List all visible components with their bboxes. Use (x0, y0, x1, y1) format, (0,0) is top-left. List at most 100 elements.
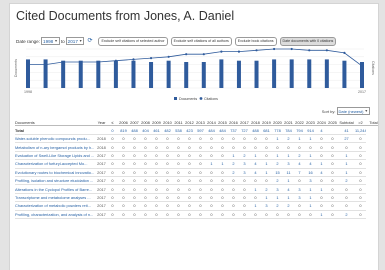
document-link[interactable]: Alterations in the Cyclopol Profiles of … (15, 184, 96, 194)
chart-bar (324, 59, 329, 88)
document-link[interactable]: Profiling, characterization, and analysi… (15, 210, 96, 219)
citation-count-cell[interactable]: 1 (250, 184, 261, 194)
citation-count-cell[interactable]: 2 (272, 159, 283, 169)
citation-count-cell[interactable]: 2 (338, 210, 355, 219)
column-header[interactable]: Total (366, 119, 378, 126)
citation-count-cell[interactable]: 2 (294, 151, 305, 161)
citation-count-cell: 0 (184, 168, 195, 177)
citation-count-cell[interactable]: 1 (305, 151, 316, 161)
citation-count-cell[interactable]: 4 (305, 159, 316, 169)
citation-count-cell[interactable]: 1 (250, 151, 261, 161)
citation-count-cell[interactable]: 4 (294, 159, 305, 169)
document-link[interactable]: Metabolism of n-ary bergamot products by… (15, 142, 96, 152)
citation-count-cell[interactable]: 1 (272, 193, 283, 203)
document-link[interactable]: Transcriptome and metabolome analyses ..… (15, 193, 96, 203)
citation-count-cell[interactable]: 3 (294, 184, 305, 194)
citation-count-cell: 0 (107, 142, 118, 152)
citation-count-cell[interactable]: 27 (338, 134, 355, 144)
citation-count-cell[interactable]: 1 (261, 168, 272, 177)
chart-point (167, 55, 170, 58)
citation-count-cell[interactable]: 1 (261, 193, 272, 203)
document-link[interactable]: Evaluation of Swell-Like Storage Lipids … (15, 151, 96, 161)
citation-count-cell: 0 (195, 184, 206, 194)
citation-count-cell[interactable]: 1 (338, 168, 355, 177)
citation-count-cell: 0 (173, 201, 184, 211)
citation-count-cell: 0 (184, 201, 195, 211)
citation-count-cell: 0 (217, 210, 228, 219)
citation-count-cell[interactable]: 2 (272, 201, 283, 211)
citation-count-cell[interactable]: 2 (338, 176, 355, 186)
total-cell: 461 (151, 125, 162, 135)
citation-count-cell[interactable]: 1 (206, 159, 217, 169)
citation-count-cell[interactable]: 1 (305, 193, 316, 203)
document-link[interactable]: Evolutionary routes to biochemical innov… (15, 168, 96, 177)
sort-select[interactable]: Date (newest) ▼ (336, 107, 370, 115)
citation-count-cell: 0 (250, 142, 261, 152)
document-link[interactable]: Characterization of metabolic powders re… (15, 201, 96, 211)
citation-count-cell: 0 (195, 159, 206, 169)
citation-count-cell: 0 (184, 184, 195, 194)
citation-count-cell[interactable]: 15 (272, 168, 283, 177)
citation-count-cell[interactable]: 1 (283, 176, 294, 186)
citation-count-cell[interactable]: 1 (283, 193, 294, 203)
citation-count-cell[interactable]: 7 (294, 168, 305, 177)
citation-count-cell[interactable]: 3 (239, 159, 250, 169)
citation-count-cell[interactable]: 1 (316, 210, 327, 219)
chart-bar (236, 60, 241, 88)
citation-count-cell[interactable]: 1 (294, 134, 305, 144)
citation-count-cell: 0 (195, 210, 206, 219)
exclude-self-citations-selected-button[interactable]: Exclude self citations of selected autho… (98, 36, 168, 46)
table-row: Water-soluble phenolic compounds produ..… (15, 134, 378, 144)
citation-count-cell: 0 (327, 142, 338, 152)
refresh-icon[interactable]: ⟳ (87, 38, 92, 44)
citation-count-cell[interactable]: 3 (272, 184, 283, 194)
citation-count-cell[interactable]: 16 (305, 168, 316, 177)
document-link[interactable]: Characterization of furfuryl-accepted Mo… (15, 159, 96, 169)
citation-count-cell[interactable]: 2 (228, 168, 239, 177)
citation-count-cell[interactable]: 1 (283, 151, 294, 161)
citation-count-cell[interactable]: 4 (250, 168, 261, 177)
exclude-self-citations-all-button[interactable]: Exclude self citations of all authors (170, 36, 232, 46)
citation-count-cell[interactable]: 1 (228, 151, 239, 161)
citation-count-cell[interactable]: 3 (305, 176, 316, 186)
citation-count-cell[interactable]: 2 (283, 134, 294, 144)
citation-count-cell[interactable]: 1 (316, 184, 327, 194)
citation-count-cell[interactable]: 1 (338, 151, 355, 161)
chart-bar (78, 60, 83, 88)
citation-count-cell[interactable]: 2 (272, 176, 283, 186)
citation-count-cell[interactable]: 2 (283, 201, 294, 211)
citation-count-cell[interactable]: 3 (283, 159, 294, 169)
citation-count-cell[interactable]: 11 (283, 168, 294, 177)
document-link[interactable]: Water-soluble phenolic compounds produ..… (15, 134, 96, 144)
citation-count-cell[interactable]: 3 (261, 201, 272, 211)
citation-count-cell: 0 (327, 159, 338, 169)
citation-count-cell[interactable]: 1 (305, 184, 316, 194)
citation-count-cell[interactable]: 1 (316, 159, 327, 169)
exclude-book-citations-button[interactable]: Exclude book citations (234, 36, 277, 46)
year-cell: 2017 (96, 210, 107, 219)
citation-count-cell[interactable]: 1 (261, 159, 272, 169)
citation-count-cell[interactable]: 1 (305, 201, 316, 211)
citation-count-cell[interactable]: 1 (338, 159, 355, 169)
citation-count-cell[interactable]: 2 (239, 151, 250, 161)
citation-count-cell[interactable]: 3 (294, 193, 305, 203)
citation-count-cell[interactable]: 1 (272, 134, 283, 144)
table-row: Characterization of furfuryl-accepted Mo… (15, 159, 378, 169)
citation-count-cell[interactable]: 1 (272, 151, 283, 161)
date-from-select[interactable]: 1998 ▼ (41, 37, 60, 45)
citation-count-cell[interactable]: 4 (283, 184, 294, 194)
citation-count-cell: 0 (250, 176, 261, 186)
chart-point (220, 50, 223, 53)
citation-count-cell[interactable]: 1 (217, 159, 228, 169)
document-link[interactable]: Profiling, isolation and structure eluci… (15, 176, 96, 186)
citation-count-cell[interactable]: 1 (250, 201, 261, 211)
citation-count-cell[interactable]: 3 (239, 168, 250, 177)
citation-count-cell: 0 (129, 193, 140, 203)
citation-count-cell[interactable]: 4 (250, 159, 261, 169)
citation-count-cell[interactable]: 2 (228, 159, 239, 169)
citation-count-cell[interactable]: 1 (305, 134, 316, 144)
date-to-select[interactable]: 2017 ▼ (65, 37, 85, 45)
zero-citations-button[interactable]: Date documents with 0 citations (279, 36, 337, 46)
citation-count-cell[interactable]: 2 (261, 184, 272, 194)
citation-count-cell[interactable]: 4 (316, 168, 327, 177)
